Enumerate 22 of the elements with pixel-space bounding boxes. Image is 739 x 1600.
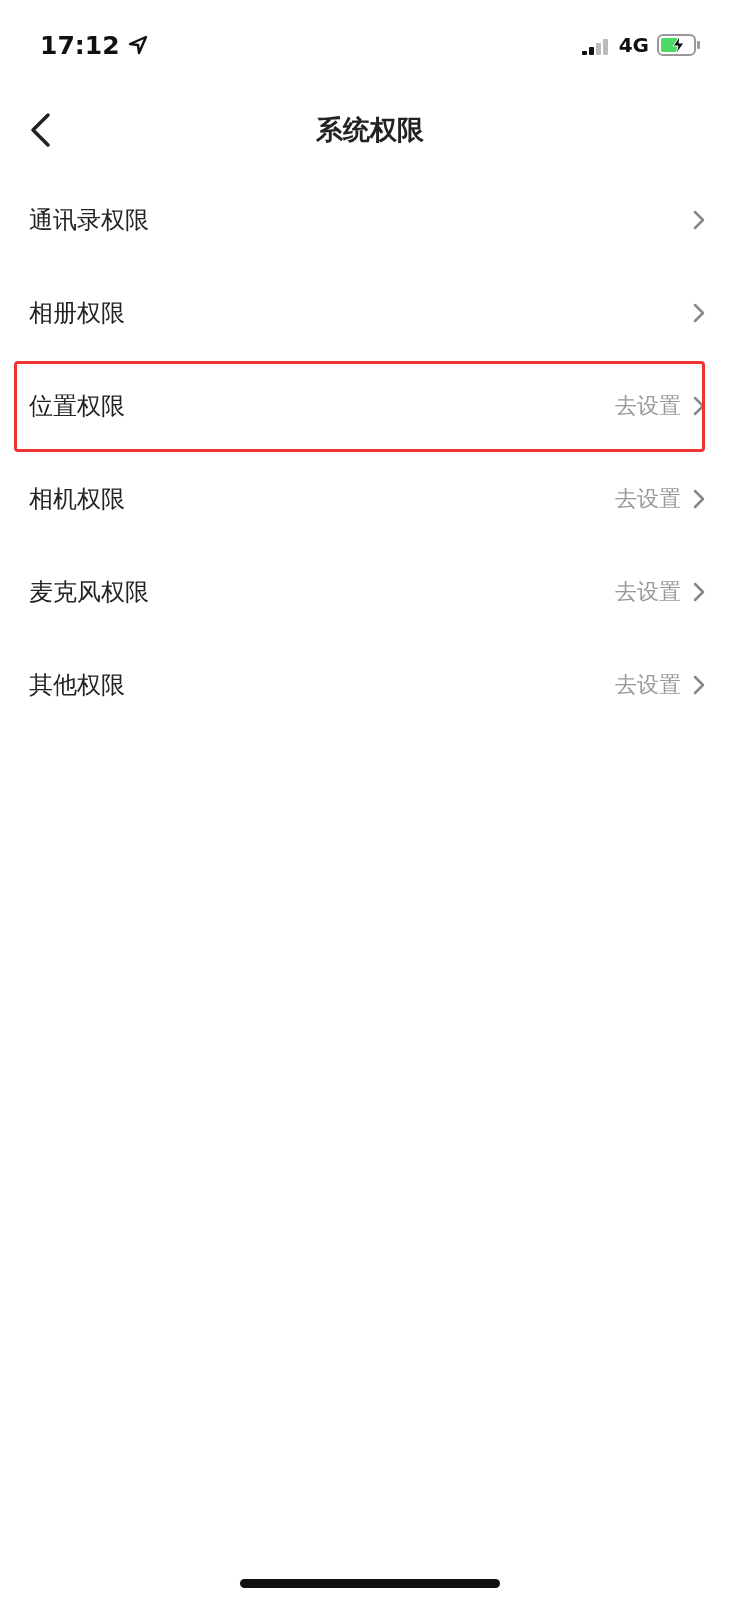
permission-label: 相机权限 xyxy=(29,483,126,515)
chevron-icon xyxy=(693,302,705,323)
permission-row[interactable]: 位置权限 去设置 xyxy=(0,359,739,452)
chevron-icon xyxy=(693,395,705,416)
permission-label: 位置权限 xyxy=(29,390,126,422)
permission-label: 通讯录权限 xyxy=(29,204,150,236)
permission-label: 麦克风权限 xyxy=(29,576,150,608)
status-time: 17:12 xyxy=(40,30,120,60)
chevron-icon xyxy=(693,488,705,509)
chevron-icon xyxy=(693,581,705,602)
permission-row[interactable]: 麦克风权限 去设置 xyxy=(0,545,739,638)
page-title: 系统权限 xyxy=(315,113,424,147)
permission-row[interactable]: 相机权限 去设置 xyxy=(0,452,739,545)
permission-label: 相册权限 xyxy=(29,297,126,329)
permission-row[interactable]: 其他权限 去设置 xyxy=(0,638,739,731)
permission-row[interactable]: 相册权限 xyxy=(0,266,739,359)
permission-label: 其他权限 xyxy=(29,669,126,701)
chevron-icon xyxy=(693,209,705,230)
chevron-icon xyxy=(693,674,705,695)
network-label: 4G xyxy=(618,33,649,57)
permission-row[interactable]: 通讯录权限 xyxy=(0,173,739,266)
location-arrow-icon xyxy=(127,35,148,55)
